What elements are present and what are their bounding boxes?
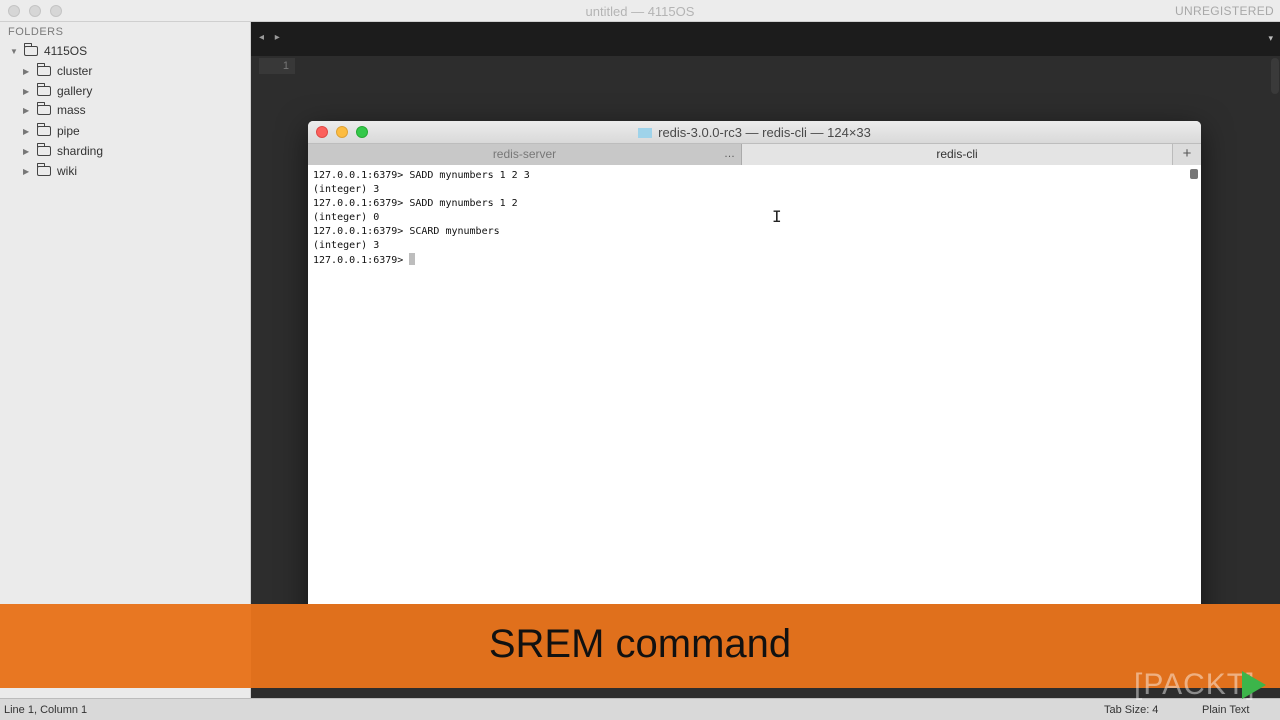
chevron-right-icon[interactable]: ▶ [23, 67, 33, 76]
folders-sidebar: FOLDERS ▼ 4115OS ▶ cluster ▶ gallery ▶ m… [0, 22, 251, 698]
video-caption: SREM command [488, 622, 792, 666]
terminal-window[interactable]: redis-3.0.0-rc3 — redis-cli — 124×33 red… [308, 121, 1201, 636]
folder-icon [37, 123, 51, 136]
terminal-prompt: 127.0.0.1:6379> [313, 255, 410, 266]
text-cursor-icon: I [772, 207, 782, 226]
terminal-line: (integer) 3 [313, 184, 380, 195]
screen: untitled — 4115OS UNREGISTERED FOLDERS ▼… [0, 0, 1280, 720]
terminal-line: (integer) 3 [313, 240, 380, 251]
terminal-scrollbar[interactable] [1190, 169, 1198, 179]
folder-open-icon [24, 43, 38, 56]
terminal-line: (integer) 0 [313, 212, 380, 223]
syntax-selector[interactable]: Plain Text [1202, 704, 1250, 716]
tree-folder-sharding[interactable]: ▶ sharding [23, 142, 103, 160]
terminal-line: 127.0.0.1:6379> SADD mynumbers 1 2 3 [313, 170, 530, 181]
chevron-right-icon[interactable]: ▶ [23, 147, 33, 156]
chevron-right-icon[interactable]: ▶ [23, 106, 33, 115]
tree-folder-gallery[interactable]: ▶ gallery [23, 82, 92, 100]
packt-logo: [PACKT] [1134, 668, 1256, 701]
status-bar: Line 1, Column 1 Tab Size: 4 Plain Text [0, 698, 1280, 720]
tree-folder-wiki[interactable]: ▶ wiki [23, 162, 77, 180]
terminal-line: 127.0.0.1:6379> SADD mynumbers 1 2 [313, 198, 518, 209]
cursor-position: Line 1, Column 1 [4, 704, 88, 716]
new-tab-button[interactable]: + [1172, 144, 1201, 165]
folder-icon [37, 143, 51, 156]
chevron-right-icon[interactable]: ▶ [23, 87, 33, 96]
terminal-line: 127.0.0.1:6379> SCARD mynumbers [313, 226, 500, 237]
folder-icon [638, 128, 653, 138]
play-icon [1242, 671, 1266, 699]
folder-icon [37, 163, 51, 176]
folder-icon [37, 83, 51, 96]
tree-folder-label: gallery [57, 84, 93, 98]
registration-label: UNREGISTERED [1175, 4, 1274, 18]
tree-folder-cluster[interactable]: ▶ cluster [23, 62, 92, 80]
tab-redis-cli[interactable]: redis-cli [742, 144, 1172, 165]
terminal-title: redis-3.0.0-rc3 — redis-cli — 124×33 [308, 125, 1201, 140]
tree-folder-label: sharding [57, 144, 104, 158]
tab-nav-arrows-icon[interactable]: ◂ ▸ [259, 32, 284, 43]
terminal-titlebar: redis-3.0.0-rc3 — redis-cli — 124×33 [308, 121, 1201, 143]
tree-folder-pipe[interactable]: ▶ pipe [23, 122, 80, 140]
editor-scrollbar[interactable] [1271, 58, 1279, 94]
tab-size-selector[interactable]: Tab Size: 4 [1104, 704, 1158, 716]
folders-heading: FOLDERS [8, 26, 64, 38]
tree-folder-label: pipe [57, 124, 80, 138]
window-titlebar: untitled — 4115OS UNREGISTERED [0, 0, 1280, 22]
terminal-prompt-line[interactable]: 127.0.0.1:6379> [313, 253, 1187, 268]
editor-tabbar: ◂ ▸ ▾ [251, 22, 1280, 56]
folder-icon [37, 63, 51, 76]
terminal-title-text: redis-3.0.0-rc3 — redis-cli — 124×33 [658, 125, 871, 140]
tab-label: redis-cli [936, 147, 978, 161]
tab-redis-server[interactable]: redis-server … [308, 144, 742, 165]
folder-icon [37, 102, 51, 115]
tree-folder-label: mass [57, 103, 86, 117]
terminal-tabbar: redis-server … redis-cli + [308, 143, 1201, 165]
tab-label: redis-server [492, 147, 557, 161]
packt-watermark: [PACKT] [1134, 668, 1280, 702]
tree-folder-mass[interactable]: ▶ mass [23, 101, 86, 119]
line-number: 1 [259, 58, 295, 74]
terminal-output[interactable]: 127.0.0.1:6379> SADD mynumbers 1 2 3 (int… [313, 169, 1187, 268]
tree-folder-label: cluster [57, 64, 93, 78]
terminal-cursor [409, 253, 416, 265]
tree-folder-label: wiki [57, 164, 77, 178]
tab-menu-icon[interactable]: ▾ [1268, 33, 1273, 44]
chevron-right-icon[interactable]: ▶ [23, 167, 33, 176]
chevron-right-icon[interactable]: ▶ [23, 127, 33, 136]
window-title: untitled — 4115OS [585, 4, 695, 19]
tree-root-folder[interactable]: ▼ 4115OS [10, 42, 87, 60]
chevron-down-icon[interactable]: ▼ [10, 47, 20, 56]
tab-activity-icon: … [724, 148, 735, 160]
tree-root-label: 4115OS [44, 44, 88, 58]
